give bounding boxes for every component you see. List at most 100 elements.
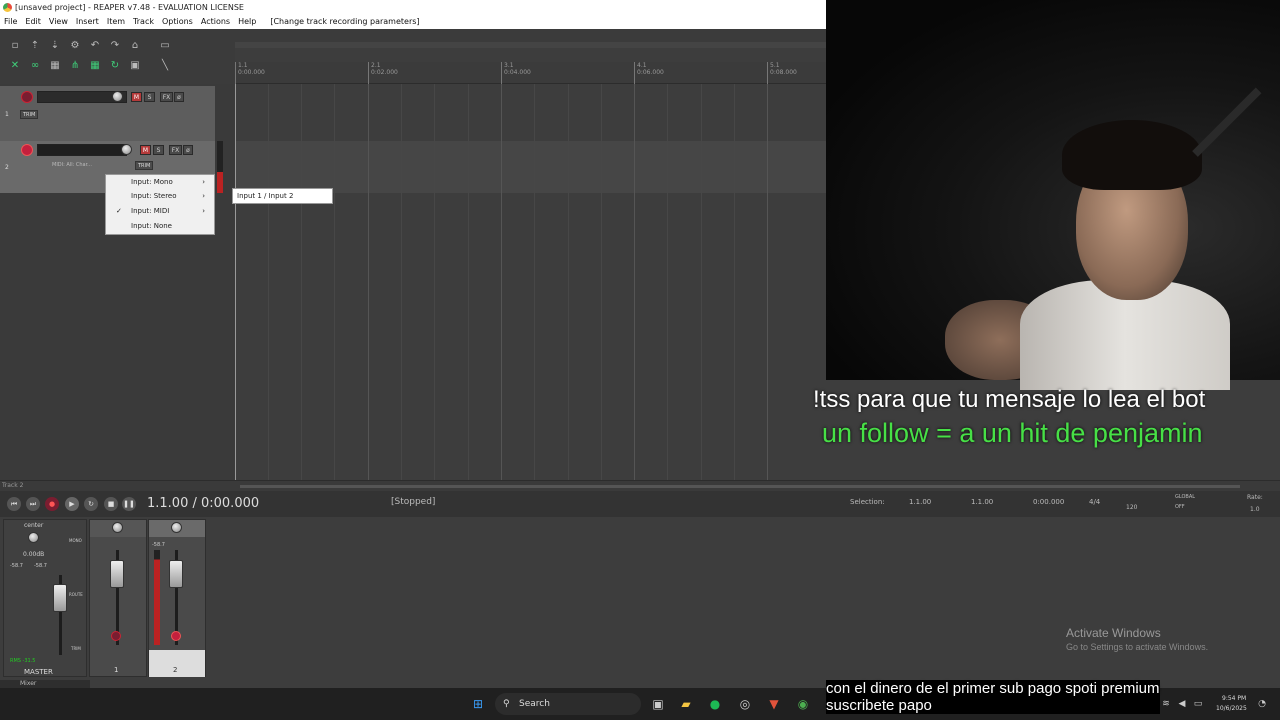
mute-button[interactable]: M bbox=[131, 92, 142, 102]
automation-off-label[interactable]: OFF bbox=[1175, 504, 1185, 510]
pan-knob[interactable] bbox=[112, 522, 123, 533]
grid-line bbox=[468, 84, 469, 480]
undo-icon[interactable]: ↶ bbox=[89, 40, 101, 51]
record-arm-button[interactable] bbox=[171, 631, 181, 641]
arrange-view[interactable] bbox=[235, 84, 826, 480]
taskbar-search[interactable]: ⚲ Search bbox=[495, 693, 641, 715]
master-volume-fader[interactable] bbox=[53, 584, 67, 612]
snap-icon[interactable]: ⋔ bbox=[69, 60, 81, 71]
submenu-item-input-1-2[interactable]: Input 1 / Input 2 bbox=[237, 192, 293, 200]
notification-icon[interactable]: ◔ bbox=[1254, 696, 1270, 712]
loop-icon[interactable]: ↻ bbox=[109, 60, 121, 71]
selection-end[interactable]: 1.1.00 bbox=[971, 498, 993, 506]
menu-options[interactable]: Options bbox=[158, 15, 197, 29]
file-explorer-icon[interactable]: ▰ bbox=[678, 696, 694, 712]
time-signature[interactable]: 4/4 bbox=[1089, 498, 1100, 506]
open-project-icon[interactable]: ⇡ bbox=[29, 40, 41, 51]
ruler-mark: 1.1 0:00.000 bbox=[235, 62, 265, 84]
project-settings-icon[interactable]: ⚙ bbox=[69, 40, 81, 51]
blank-icon[interactable]: ▭ bbox=[159, 40, 171, 51]
route-button[interactable]: ROUTE bbox=[69, 592, 83, 597]
envelope-icon[interactable]: ╲ bbox=[159, 60, 171, 71]
reaper-app-icon bbox=[3, 3, 12, 12]
grid-lines-icon[interactable]: ▦ bbox=[89, 60, 101, 71]
lock-icon[interactable]: ▣ bbox=[129, 60, 141, 71]
envelope-trim-button[interactable]: TRIM bbox=[20, 110, 39, 119]
record-arm-button[interactable] bbox=[111, 631, 121, 641]
go-to-end-button[interactable]: ⏭ bbox=[26, 497, 40, 511]
tempo-display[interactable]: 120 bbox=[1126, 504, 1137, 511]
menu-file[interactable]: File bbox=[0, 15, 21, 29]
metronome-icon[interactable]: ⌂ bbox=[129, 40, 141, 51]
track-2-lane[interactable] bbox=[235, 141, 826, 193]
volume-fader[interactable] bbox=[110, 560, 124, 588]
menu-item-input-midi[interactable]: ✓ Input: MIDI › bbox=[106, 204, 214, 218]
horizontal-scrollbar[interactable]: Track 2 bbox=[0, 480, 1280, 491]
pan-knob[interactable] bbox=[171, 522, 182, 533]
battery-icon[interactable]: ▭ bbox=[1190, 696, 1206, 712]
save-project-icon[interactable]: ⇣ bbox=[49, 40, 61, 51]
mixer-tab[interactable]: Mixer bbox=[0, 680, 90, 688]
new-project-icon[interactable]: ▫ bbox=[9, 40, 21, 51]
rate-value[interactable]: 1.0 bbox=[1250, 506, 1260, 513]
windows-start-icon[interactable]: ⊞ bbox=[470, 696, 486, 712]
record-arm-button[interactable] bbox=[21, 91, 33, 103]
menu-help[interactable]: Help bbox=[234, 15, 260, 29]
selection-start[interactable]: 1.1.00 bbox=[909, 498, 931, 506]
volume-knob[interactable] bbox=[112, 91, 123, 102]
play-button[interactable]: ▶ bbox=[65, 497, 79, 511]
wifi-icon[interactable]: ≋ bbox=[1158, 696, 1174, 712]
mute-button[interactable]: M bbox=[140, 145, 151, 155]
volume-knob[interactable] bbox=[121, 144, 132, 155]
solo-button[interactable]: S bbox=[153, 145, 164, 155]
brave-icon[interactable]: ▼ bbox=[766, 696, 782, 712]
menu-actions[interactable]: Actions bbox=[197, 15, 234, 29]
menu-track[interactable]: Track bbox=[129, 15, 158, 29]
trim-button[interactable]: TRIM bbox=[71, 646, 81, 651]
fx-button[interactable]: FX bbox=[169, 145, 182, 155]
grid-line bbox=[501, 84, 502, 480]
menu-item[interactable]: Item bbox=[103, 15, 129, 29]
ruler-top-area bbox=[235, 29, 826, 43]
global-label[interactable]: GLOBAL bbox=[1175, 494, 1195, 500]
record-input-label[interactable]: MIDI: All: Char... bbox=[52, 162, 92, 168]
selection-length[interactable]: 0:00.000 bbox=[1033, 498, 1064, 506]
chrome-icon[interactable]: ◉ bbox=[795, 696, 811, 712]
stream-overlay-line-1: !tss para que tu mensaje lo lea el bot bbox=[813, 386, 1206, 413]
region-marker-strip[interactable] bbox=[235, 42, 826, 48]
master-pan-knob[interactable] bbox=[28, 532, 39, 543]
mono-button[interactable]: MONO bbox=[69, 538, 82, 543]
redo-icon[interactable]: ↷ bbox=[109, 40, 121, 51]
record-button[interactable]: ● bbox=[45, 497, 59, 511]
menu-view[interactable]: View bbox=[45, 15, 72, 29]
envelope-trim-button[interactable]: TRIM bbox=[135, 161, 154, 170]
solo-button[interactable]: S bbox=[144, 92, 155, 102]
reaper-taskbar-icon[interactable]: ◎ bbox=[737, 696, 753, 712]
scrollbar-thumb[interactable] bbox=[240, 485, 1240, 488]
record-arm-button[interactable] bbox=[21, 144, 33, 156]
ripple-edit-icon[interactable]: ✕ bbox=[9, 60, 21, 71]
item-grouping-icon[interactable]: ∞ bbox=[29, 60, 41, 71]
timeline-ruler[interactable]: 1.1 0:00.000 2.1 0:02.000 3.1 0:04.000 4.1 0… bbox=[235, 62, 826, 84]
track-1-header[interactable]: M S FX ø TRIM 1 bbox=[0, 86, 215, 141]
edit-cursor bbox=[235, 84, 236, 480]
volume-fader[interactable] bbox=[169, 560, 183, 588]
spotify-icon[interactable]: ● bbox=[707, 696, 723, 712]
menu-item-input-stereo[interactable]: Input: Stereo › bbox=[106, 189, 214, 203]
pause-button[interactable]: ❚❚ bbox=[122, 497, 136, 511]
volume-icon[interactable]: ◀ bbox=[1174, 696, 1190, 712]
stop-button[interactable]: ■ bbox=[104, 497, 118, 511]
task-view-icon[interactable]: ▣ bbox=[650, 696, 666, 712]
go-to-start-button[interactable]: ⏮ bbox=[7, 497, 21, 511]
phase-icon[interactable]: ø bbox=[183, 145, 193, 155]
fx-button[interactable]: FX bbox=[160, 92, 173, 102]
phase-icon[interactable]: ø bbox=[174, 92, 184, 102]
menu-item-input-none[interactable]: Input: None bbox=[106, 219, 214, 233]
menu-item-input-mono[interactable]: Input: Mono › bbox=[106, 175, 214, 189]
track-name-field[interactable] bbox=[37, 144, 127, 156]
menu-edit[interactable]: Edit bbox=[21, 15, 45, 29]
menu-insert[interactable]: Insert bbox=[72, 15, 103, 29]
submenu-arrow-icon: › bbox=[202, 192, 205, 200]
repeat-button[interactable]: ↻ bbox=[84, 497, 98, 511]
grid-icon[interactable]: ▦ bbox=[49, 60, 61, 71]
